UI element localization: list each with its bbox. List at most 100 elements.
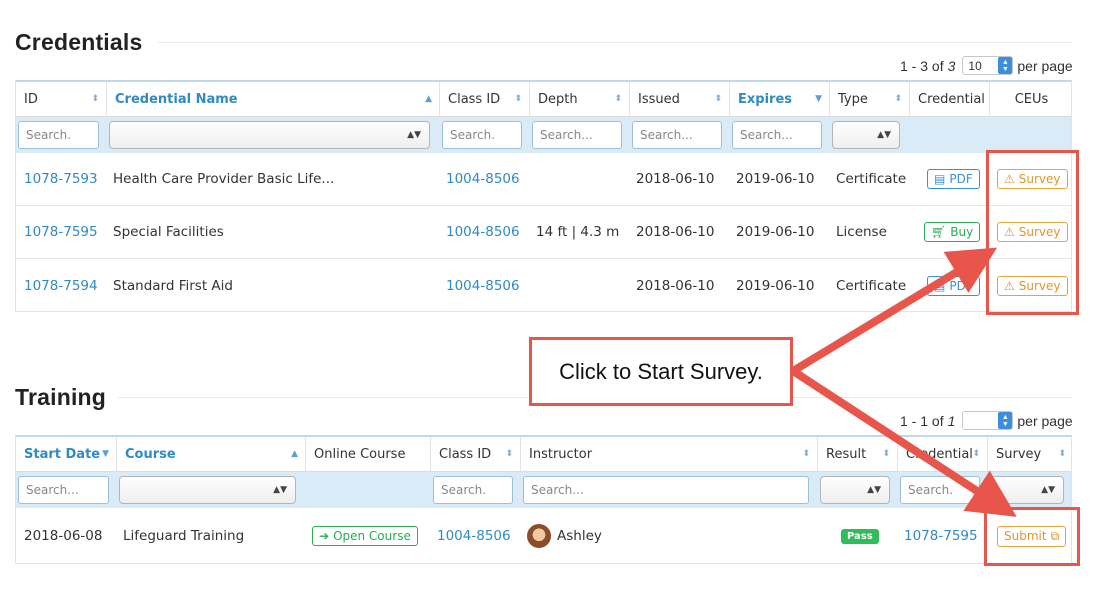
col-survey[interactable]: Survey ⬍ xyxy=(988,437,1073,471)
filter-credential-name-select[interactable]: ▲▼ xyxy=(109,121,430,149)
credential-id-link[interactable]: 1078-7594 xyxy=(16,259,98,312)
col-class-id[interactable]: Class ID ⬍ xyxy=(431,437,521,471)
col-course[interactable]: Course ▲ xyxy=(117,437,306,471)
credential-cell: ▤ PDF xyxy=(919,259,980,312)
credentials-filter-row: Search. ▲▼ Search. Search... Search... S… xyxy=(16,117,1071,153)
col-ceus: CEUs xyxy=(1014,91,1049,107)
class-id-link[interactable]: 1004-8506 xyxy=(429,508,511,564)
issued-date: 2018-06-10 xyxy=(636,224,715,240)
credential-name: Standard First Aid xyxy=(113,277,233,294)
pager-total: 1 xyxy=(947,412,956,429)
filter-survey-select[interactable]: ▲▼ xyxy=(990,476,1064,504)
expires-date: 2019-06-10 xyxy=(736,277,815,294)
issued-date: 2018-06-10 xyxy=(636,171,715,187)
sort-asc-icon: ▲ xyxy=(425,94,432,104)
sort-asc-icon: ▲ xyxy=(291,449,298,459)
sort-both-icon: ⬍ xyxy=(614,94,622,104)
pager-range: 1 - 3 of xyxy=(900,57,944,74)
credentials-pager: 1 - 3 of 3 10 ▲ ▼ per page xyxy=(900,56,1073,75)
col-result[interactable]: Result ⬍ xyxy=(818,437,898,471)
col-credential-name[interactable]: Credential Name ▲ xyxy=(107,82,440,116)
filter-type-select[interactable]: ▲▼ xyxy=(832,121,900,149)
training-pager: 1 - 1 of 1 ▲ ▼ per page xyxy=(900,411,1073,430)
training-filter-row: Search... ▲▼ Search. Search... ▲▼ Search… xyxy=(16,472,1071,508)
depth-value xyxy=(528,153,536,205)
table-row: 1078-7595 Special Facilities 1004-8506 1… xyxy=(16,206,1071,259)
training-title: Training xyxy=(15,384,107,410)
col-instructor[interactable]: Instructor ⬍ xyxy=(521,437,818,471)
filter-class-id-input[interactable]: Search. xyxy=(442,121,522,149)
type-value: License xyxy=(836,224,887,240)
credentials-header-row: ID ⬍ Credential Name ▲ Class ID ⬍ Depth ⬍ Is… xyxy=(16,82,1071,117)
sort-both-icon: ⬍ xyxy=(514,94,522,104)
depth-value: 14 ft | 4.3 m xyxy=(536,224,620,240)
credential-cell: 🛒︎ Buy xyxy=(916,206,981,258)
online-course-cell: ➔ Open Course xyxy=(304,508,418,564)
page: Credentials 1 - 3 of 3 10 ▲ ▼ per page ID… xyxy=(0,0,1102,605)
filter-start-date-input[interactable]: Search... xyxy=(18,476,109,504)
credential-cell: ▤ PDF xyxy=(919,153,980,205)
filter-id-input[interactable]: Search. xyxy=(18,121,99,149)
sort-desc-icon: ▼ xyxy=(815,94,822,104)
pager-total: 3 xyxy=(947,57,956,74)
pdf-button[interactable]: ▤ PDF xyxy=(927,169,980,189)
credential-name: Special Facilities xyxy=(113,224,224,240)
col-class-id[interactable]: Class ID ⬍ xyxy=(440,82,530,116)
col-credential[interactable]: Credential ⬍ xyxy=(898,437,988,471)
result-cell: Pass xyxy=(833,508,879,564)
sort-both-icon: ⬍ xyxy=(714,94,722,104)
table-row: 1078-7594 Standard First Aid 1004-8506 2… xyxy=(16,259,1071,312)
expires-date: 2019-06-10 xyxy=(736,171,815,187)
col-type[interactable]: Type ⬍ xyxy=(830,82,910,116)
course-name: Lifeguard Training xyxy=(123,528,245,544)
instructor-cell: Ashley xyxy=(519,508,602,564)
per-page-select[interactable]: ▲ ▼ xyxy=(962,411,1014,430)
filter-depth-input[interactable]: Search... xyxy=(532,121,622,149)
filter-expires-input[interactable]: Search... xyxy=(732,121,822,149)
select-arrows-icon: ▲▼ xyxy=(877,130,891,140)
type-value: Certificate xyxy=(836,277,907,294)
avatar xyxy=(527,524,551,548)
col-expires[interactable]: Expires ▼ xyxy=(730,82,830,116)
select-arrows-icon: ▲▼ xyxy=(1041,485,1055,495)
filter-instructor-input[interactable]: Search... xyxy=(523,476,809,504)
credentials-divider xyxy=(158,42,1072,43)
open-course-button[interactable]: ➔ Open Course xyxy=(312,526,418,546)
file-pdf-icon: ▤ xyxy=(934,172,946,186)
col-depth[interactable]: Depth ⬍ xyxy=(530,82,630,116)
col-issued[interactable]: Issued ⬍ xyxy=(630,82,730,116)
depth-value xyxy=(528,259,536,312)
class-id-link[interactable]: 1004-8506 xyxy=(438,259,520,312)
filter-issued-input[interactable]: Search... xyxy=(632,121,722,149)
col-id[interactable]: ID ⬍ xyxy=(16,82,107,116)
per-page-select[interactable]: 10 ▲ ▼ xyxy=(962,56,1014,75)
class-id-link[interactable]: 1004-8506 xyxy=(438,153,520,205)
credential-name: Health Care Provider Basic Life... xyxy=(113,171,335,187)
col-online-course: Online Course xyxy=(306,437,431,471)
sort-desc-icon: ▼ xyxy=(102,449,109,459)
per-page-value: 10 xyxy=(968,58,982,73)
col-start-date[interactable]: Start Date ▼ xyxy=(16,437,117,471)
select-arrows-icon: ▲▼ xyxy=(407,130,421,140)
sort-both-icon: ⬍ xyxy=(505,449,513,459)
sort-both-icon: ⬍ xyxy=(894,94,902,104)
spinner-icon: ▲ ▼ xyxy=(998,412,1013,429)
submit-highlight-box xyxy=(984,507,1080,566)
filter-class-id-input[interactable]: Search. xyxy=(433,476,513,504)
sort-both-icon: ⬍ xyxy=(91,94,99,104)
filter-credential-input[interactable]: Search. xyxy=(900,476,980,504)
credential-id-link[interactable]: 1078-7593 xyxy=(16,153,98,205)
credential-link[interactable]: 1078-7595 xyxy=(896,508,978,564)
pdf-button[interactable]: ▤ PDF xyxy=(927,275,980,296)
class-id-link[interactable]: 1004-8506 xyxy=(438,206,520,258)
filter-result-select[interactable]: ▲▼ xyxy=(820,476,890,504)
filter-course-select[interactable]: ▲▼ xyxy=(119,476,296,504)
select-arrows-icon: ▲▼ xyxy=(273,485,287,495)
credential-id-link[interactable]: 1078-7595 xyxy=(16,206,98,258)
training-header-row: Start Date ▼ Course ▲ Online Course Class … xyxy=(16,437,1071,472)
buy-button[interactable]: 🛒︎ Buy xyxy=(924,222,981,242)
sort-both-icon: ⬍ xyxy=(1058,449,1066,459)
expires-date: 2019-06-10 xyxy=(736,224,815,240)
table-row: 1078-7593 Health Care Provider Basic Lif… xyxy=(16,153,1071,206)
credentials-title: Credentials xyxy=(15,29,143,55)
